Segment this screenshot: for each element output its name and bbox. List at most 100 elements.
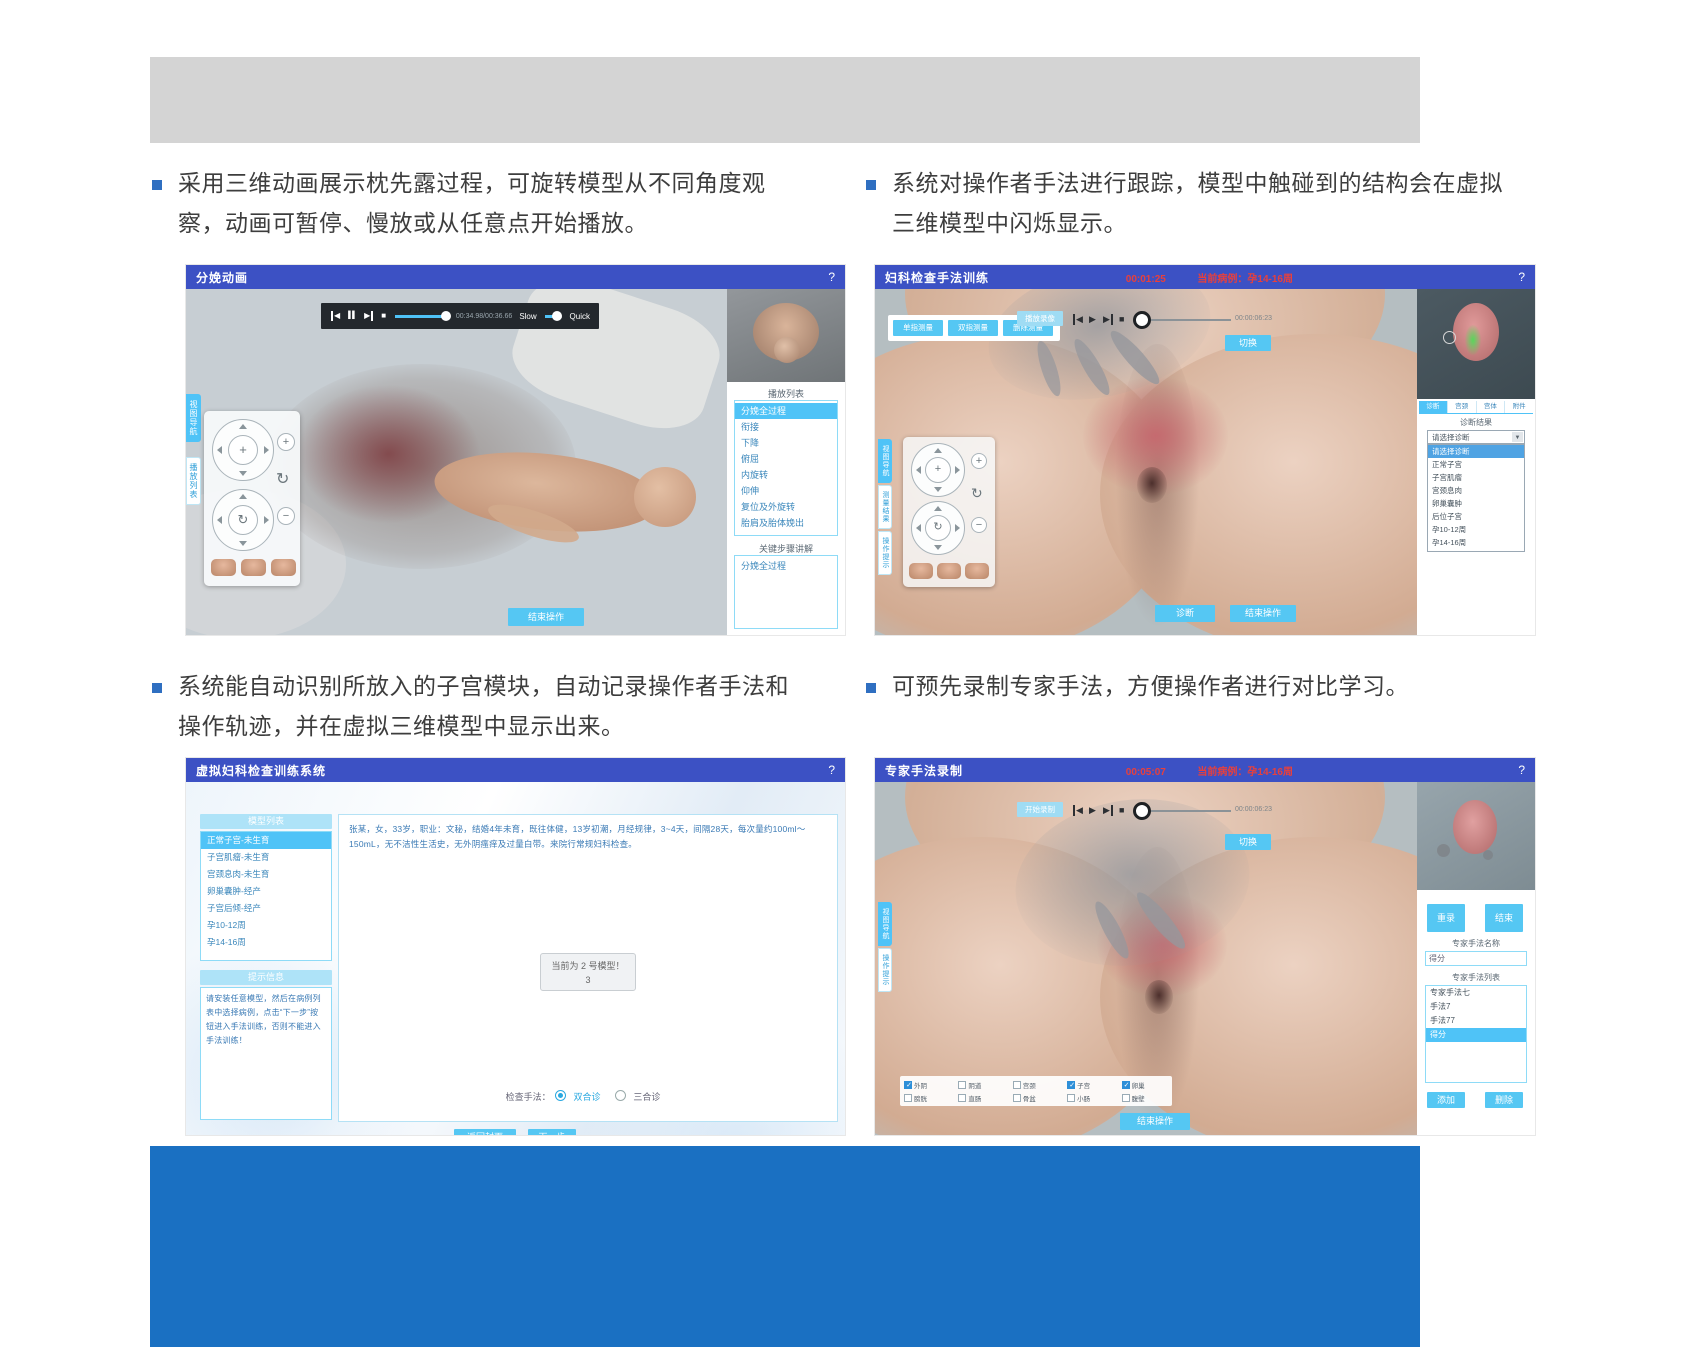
structure-toggle[interactable]: 阴道	[954, 1078, 1008, 1091]
expert-name-input[interactable]	[1425, 951, 1527, 966]
next-icon[interactable]: ▶	[1103, 314, 1113, 325]
reset-view-button[interactable]: ↻	[971, 485, 983, 502]
tab-view-navigation[interactable]: 视图导航	[186, 394, 201, 442]
playlist-item[interactable]: 胎肩及胎体娩出	[735, 515, 837, 531]
next-icon[interactable]: ▶	[364, 311, 373, 321]
arrow-up-icon[interactable]	[239, 494, 247, 499]
switch-view-button[interactable]: 切换	[1225, 834, 1271, 850]
seek-line[interactable]	[1151, 319, 1231, 321]
delete-button[interactable]: 删除	[1485, 1092, 1523, 1108]
checkbox-icon[interactable]	[1122, 1094, 1130, 1102]
tab-cervix[interactable]: 宫颈	[1448, 401, 1477, 413]
next-step-button[interactable]: 下一步	[528, 1129, 576, 1135]
arrow-left-icon[interactable]	[916, 524, 921, 532]
tab-playlist[interactable]: 播放列表	[186, 457, 201, 505]
arrow-down-icon[interactable]	[934, 487, 942, 492]
zoom-in-button[interactable]: +	[277, 433, 295, 451]
secondary-view-thumbnail[interactable]	[727, 289, 845, 382]
structure-toggle[interactable]: 膀胱	[900, 1091, 954, 1104]
chevron-down-icon[interactable]: ▼	[1512, 432, 1523, 442]
model-list-item[interactable]: 卵巢囊肿-经产	[201, 883, 331, 900]
seek-knob[interactable]	[1133, 311, 1151, 329]
fetus-head[interactable]	[634, 467, 696, 527]
rotate-icon[interactable]: ↻	[228, 505, 258, 535]
playlist-item[interactable]: 衔接	[735, 419, 837, 435]
model-list-item[interactable]: 宫颈息肉-未生育	[201, 866, 331, 883]
playlist-item[interactable]: 复位及外旋转	[735, 499, 837, 515]
help-icon[interactable]: ?	[828, 270, 835, 284]
tab-adnexa[interactable]: 附件	[1505, 401, 1533, 413]
structure-toggle[interactable]: 卵巢	[1118, 1078, 1172, 1091]
checkbox-icon[interactable]	[1013, 1081, 1021, 1089]
next-icon[interactable]: ▶	[1103, 805, 1113, 816]
vaginal-opening[interactable]	[1137, 467, 1167, 503]
checkbox-icon[interactable]	[1067, 1094, 1075, 1102]
diagnosis-option[interactable]: 卵巢囊肿	[1428, 497, 1524, 510]
back-to-cover-button[interactable]: 返回封面	[454, 1129, 516, 1135]
arrow-up-icon[interactable]	[934, 448, 942, 453]
model-list-item[interactable]: 正常子宫-未生育	[201, 832, 331, 849]
tab-view-navigation[interactable]: 视图导航	[878, 439, 892, 483]
diagnosis-option[interactable]: 孕14-16周	[1428, 536, 1524, 549]
tab-operation-tips[interactable]: 操作提示	[878, 948, 892, 992]
structure-toggle[interactable]: 骨盆	[1009, 1091, 1063, 1104]
structure-toggle[interactable]: 外阴	[900, 1078, 954, 1091]
rotate-icon[interactable]: ↻	[925, 515, 951, 541]
pause-icon[interactable]: ▌▌	[348, 311, 356, 321]
view-preset-thumb[interactable]	[965, 563, 989, 579]
radio-bimanual[interactable]	[555, 1090, 566, 1101]
stop-icon[interactable]: ■	[1119, 314, 1124, 324]
end-operation-button[interactable]: 结束操作	[508, 608, 584, 626]
playlist-item[interactable]: 分娩全过程	[735, 403, 837, 419]
zoom-in-button[interactable]: +	[971, 453, 987, 469]
playlist-item[interactable]: 仰伸	[735, 483, 837, 499]
rotate-dpad[interactable]: ↻	[212, 489, 274, 551]
view-preset-thumb[interactable]	[211, 559, 236, 576]
structure-toggle[interactable]: 腹壁	[1118, 1091, 1172, 1104]
switch-view-button[interactable]: 切换	[1225, 335, 1271, 351]
arrow-left-icon[interactable]	[217, 516, 222, 524]
end-operation-button[interactable]: 结束操作	[1120, 1113, 1190, 1130]
arrow-right-icon[interactable]	[955, 466, 960, 474]
pan-dpad[interactable]: +	[212, 419, 274, 481]
zoom-out-button[interactable]: −	[277, 507, 295, 525]
diagnose-button[interactable]: 诊断	[1155, 605, 1215, 622]
checkbox-icon[interactable]	[904, 1094, 912, 1102]
playlist-item[interactable]: 内旋转	[735, 467, 837, 483]
vaginal-opening[interactable]	[1145, 980, 1173, 1014]
previous-icon[interactable]: ◀	[1073, 805, 1083, 816]
end-operation-button[interactable]: 结束操作	[1230, 605, 1296, 622]
view-preset-thumb[interactable]	[909, 563, 933, 579]
arrow-down-icon[interactable]	[239, 471, 247, 476]
play-recording-button[interactable]: 播放录像	[1017, 311, 1063, 326]
add-button[interactable]: 添加	[1427, 1092, 1465, 1108]
move-icon[interactable]: +	[228, 435, 258, 465]
play-icon[interactable]: ▶	[1089, 805, 1096, 816]
diagnosis-option[interactable]: 子宫肌瘤	[1428, 471, 1524, 484]
help-icon[interactable]: ?	[828, 763, 835, 777]
stop-icon[interactable]: ■	[1119, 805, 1124, 815]
tab-diagnosis[interactable]: 诊断	[1419, 401, 1448, 413]
start-record-button[interactable]: 开始录制	[1017, 802, 1063, 817]
double-finger-measure-button[interactable]: 双指测量	[948, 320, 998, 336]
checkbox-icon[interactable]	[1013, 1094, 1021, 1102]
structure-toggle[interactable]: 直肠	[954, 1091, 1008, 1104]
rerecord-button[interactable]: 重录	[1427, 904, 1465, 932]
play-icon[interactable]: ▶	[1089, 314, 1096, 325]
stop-icon[interactable]: ■	[381, 311, 386, 321]
model-list-item[interactable]: 子宫后倾-经产	[201, 900, 331, 917]
help-icon[interactable]: ?	[1518, 763, 1525, 777]
arrow-right-icon[interactable]	[955, 524, 960, 532]
structure-toggle[interactable]: 子宫	[1063, 1078, 1117, 1091]
checkbox-icon[interactable]	[958, 1094, 966, 1102]
playlist-item[interactable]: 俯屈	[735, 451, 837, 467]
arrow-down-icon[interactable]	[239, 541, 247, 546]
view-preset-thumb[interactable]	[271, 559, 296, 576]
arrow-up-icon[interactable]	[934, 506, 942, 511]
diagnosis-option[interactable]: 请选择诊断	[1428, 445, 1524, 458]
progress-bar[interactable]	[395, 315, 447, 318]
structure-toggle[interactable]: 小肠	[1063, 1091, 1117, 1104]
reset-view-button[interactable]: ↻	[276, 469, 289, 489]
single-finger-measure-button[interactable]: 单指测量	[893, 320, 943, 336]
seek-line[interactable]	[1151, 810, 1231, 812]
